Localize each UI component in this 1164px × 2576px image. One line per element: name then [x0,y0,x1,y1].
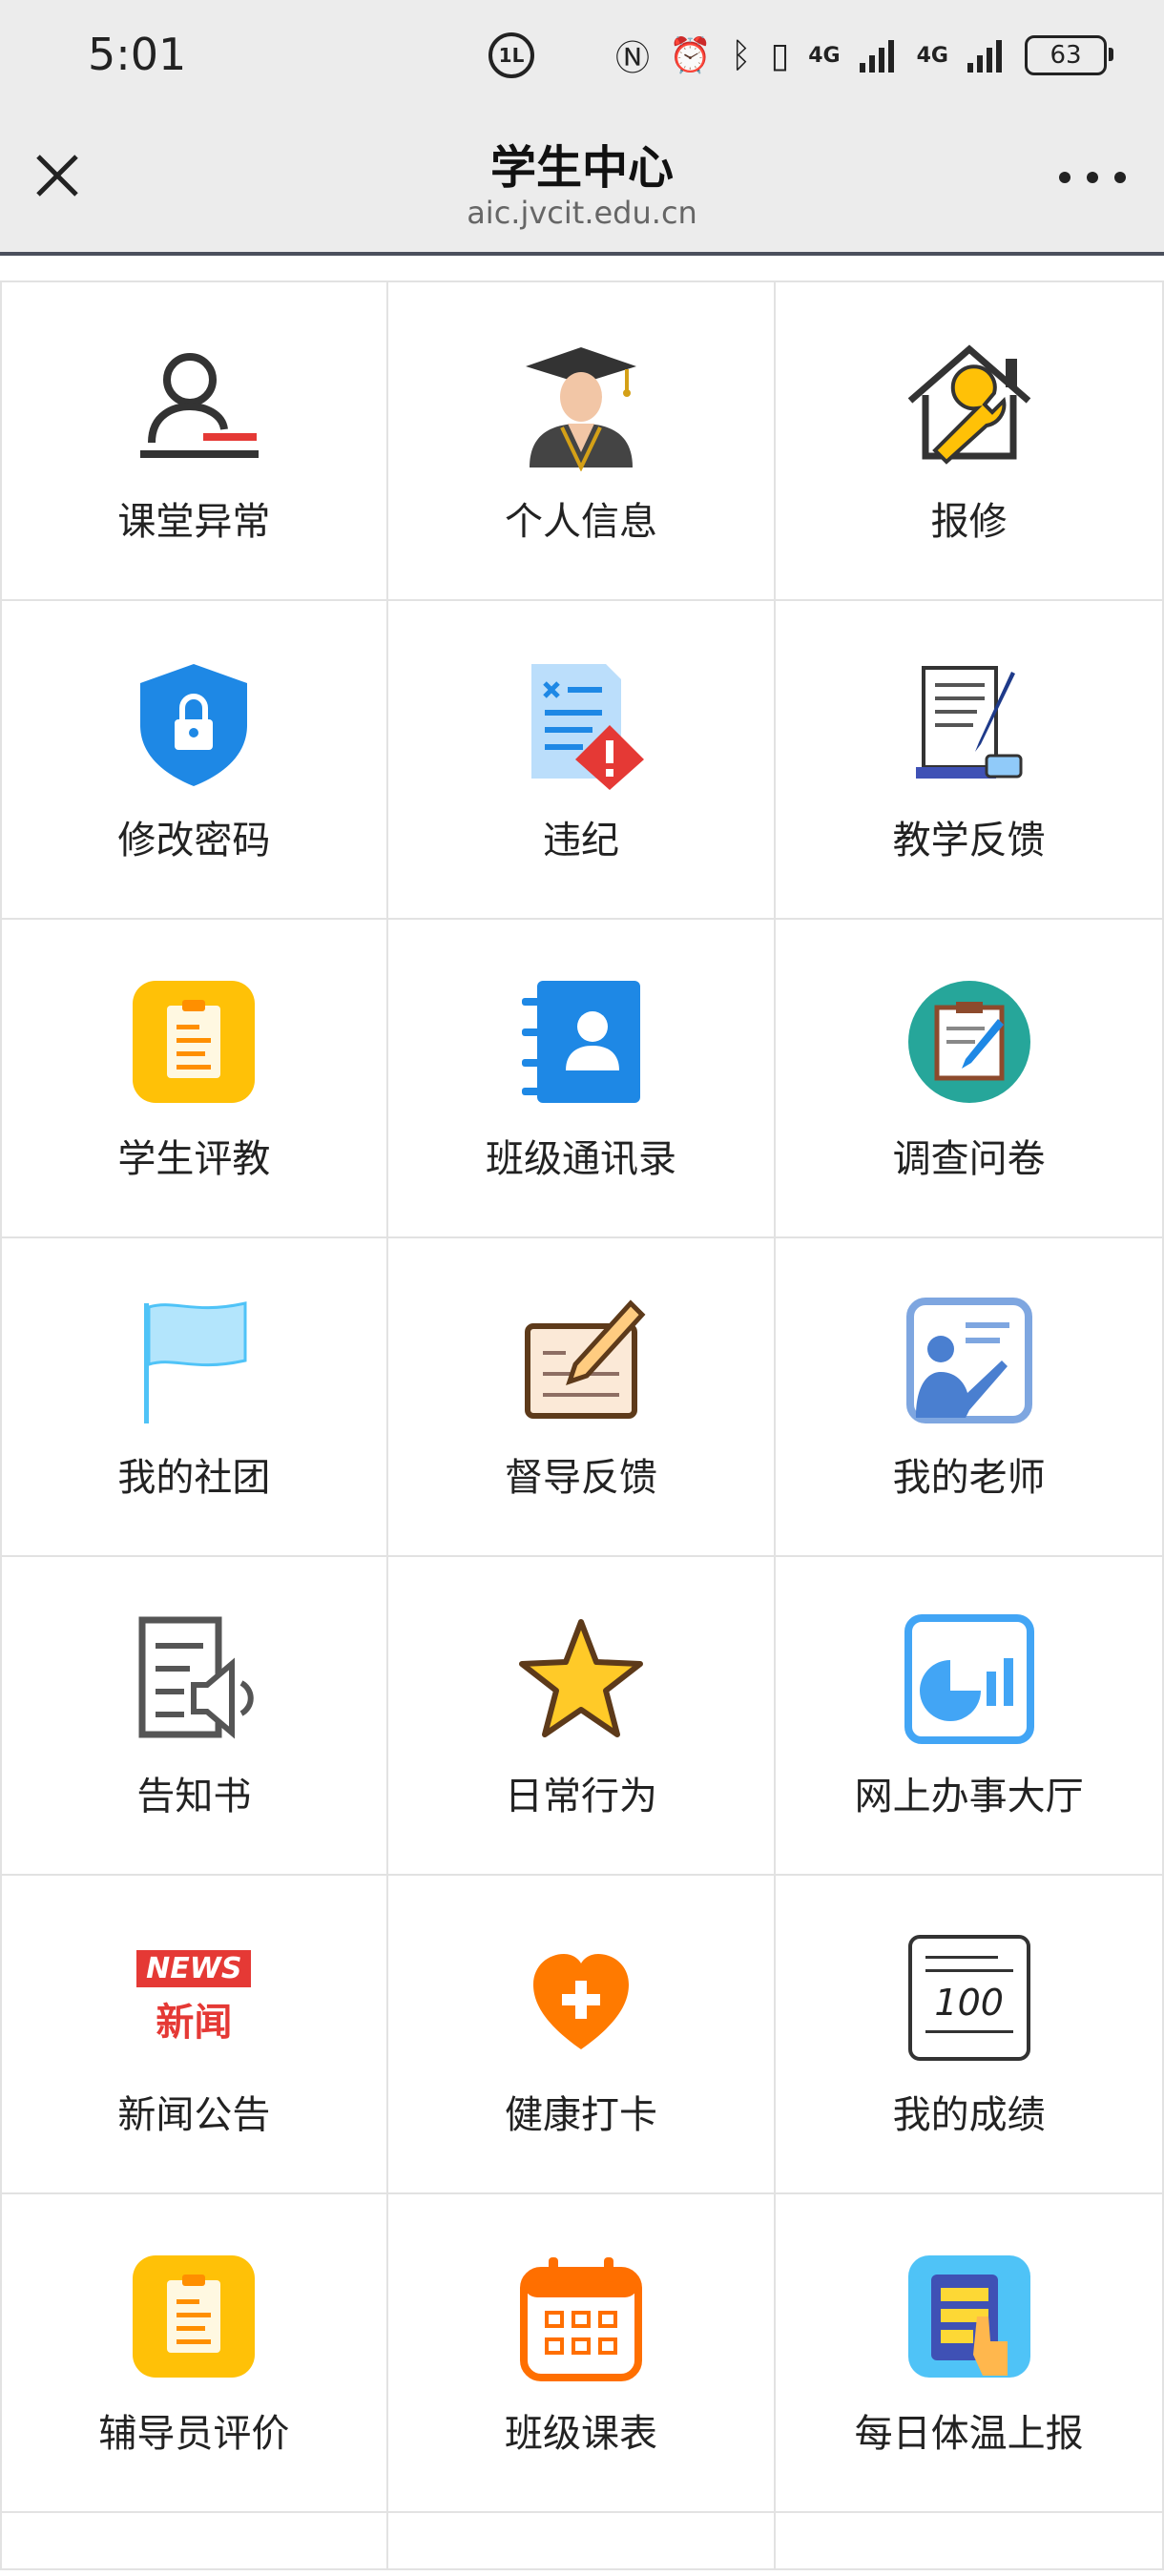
tablet-hand-icon [903,2250,1036,2383]
grid-item-label: 修改密码 [117,819,271,862]
flag-icon [127,1294,260,1427]
grid-item-label: 健康打卡 [504,2093,657,2137]
person-red-line-icon [127,338,260,471]
grid-item-label: 教学反馈 [892,819,1046,862]
battery-icon: 63 [1025,35,1113,75]
score-paper-icon: 100 [903,1931,1036,2065]
status-time: 5:01 [88,29,187,80]
status-bar: 5:01 1L Ⓝ ⏰ ᛒ ▯ 4G 4G 63 [0,0,1164,116]
grid-item-personal-info[interactable]: 个人信息 [387,282,777,601]
grid-item-label: 新闻公告 [117,2093,271,2137]
grid-item-student-evaluation[interactable]: 学生评教 [0,920,388,1238]
grid-item-my-club[interactable]: 我的社团 [0,1238,388,1557]
signal-1-label: 4G [808,43,841,68]
grid-item-discipline[interactable]: 违纪 [387,601,777,920]
signal-2-icon [967,40,1002,73]
survey-circle-icon [903,975,1036,1109]
chart-square-icon [903,1612,1036,1746]
house-wrench-icon [903,338,1036,471]
grid-item-health-checkin[interactable]: 健康打卡 [387,1876,777,2194]
grid-item-partial[interactable] [776,2513,1164,2570]
scroll-pen-icon [903,656,1036,790]
status-icons: Ⓝ ⏰ ᛒ ▯ 4G 4G 63 [614,27,1113,84]
news-badge: NEWS [136,1949,252,1987]
page-url: aic.jvcit.edu.cn [467,195,697,231]
grid-item-label: 告知书 [136,1775,252,1818]
vibrate-icon: ▯ [770,35,790,75]
grid-item-change-password[interactable]: 修改密码 [0,601,388,920]
grid-item-label: 调查问卷 [892,1137,1046,1181]
signal-1-icon [859,40,894,73]
grid-item-label: 个人信息 [504,500,657,544]
star-icon [514,1612,648,1746]
grid-item-label: 违纪 [542,819,619,862]
clipboard-yellow-icon [127,2250,260,2383]
document-warning-icon [514,656,648,790]
grid-item-class-abnormal[interactable]: 课堂异常 [0,282,388,601]
grid-item-news[interactable]: NEWS 新闻 新闻公告 [0,1876,388,2194]
grid-item-label: 日常行为 [504,1775,657,1818]
title-bar: 学生中心 aic.jvcit.edu.cn [0,116,1164,256]
grid-item-class-schedule[interactable]: 班级课表 [387,2194,777,2513]
grid-item-survey[interactable]: 调查问卷 [776,920,1164,1238]
function-grid: 课堂异常 个人信息 报修 修改密码 违纪 教学反馈 学生评教 班级通讯录 调查问… [0,280,1164,2570]
grid-item-counselor-evaluation[interactable]: 辅导员评价 [0,2194,388,2513]
grid-item-label: 我的社团 [117,1456,271,1500]
bluetooth-icon: ᛒ [730,35,752,75]
grid-item-notice[interactable]: 告知书 [0,1557,388,1876]
grid-item-label: 我的老师 [892,1456,1046,1500]
grid-item-daily-temperature[interactable]: 每日体温上报 [776,2194,1164,2513]
more-dot-icon [1114,172,1126,183]
graduate-icon [514,338,648,471]
shield-lock-icon [127,656,260,790]
contact-book-icon [514,975,648,1109]
more-dot-icon [1087,172,1098,183]
news-text: 新闻 [156,1999,233,2045]
battery-level: 63 [1050,41,1082,70]
calendar-icon [514,2250,648,2383]
grid-item-label: 网上办事大厅 [854,1775,1084,1818]
clipboard-yellow-icon [127,975,260,1109]
grid-item-repair[interactable]: 报修 [776,282,1164,601]
signal-2-label: 4G [916,43,948,68]
grid-item-label: 学生评教 [117,1137,271,1181]
news-icon: NEWS 新闻 [127,1931,260,2065]
notice-speaker-icon [127,1612,260,1746]
grid-item-label: 每日体温上报 [854,2412,1084,2456]
grid-item-partial[interactable] [0,2513,388,2570]
grid-item-label: 班级课表 [504,2412,657,2456]
grid-item-my-grades[interactable]: 100 我的成绩 [776,1876,1164,2194]
grid-item-label: 班级通讯录 [485,1137,676,1181]
grid-item-label: 报修 [930,500,1008,544]
grid-item-partial[interactable] [387,2513,777,2570]
teacher-board-icon [903,1294,1036,1427]
grid-item-class-contacts[interactable]: 班级通讯录 [387,920,777,1238]
grid-item-label: 辅导员评价 [98,2412,290,2456]
heart-plus-icon [514,1931,648,2065]
grid-item-supervision-feedback[interactable]: 督导反馈 [387,1238,777,1557]
alarm-icon: ⏰ [669,36,712,75]
more-dot-icon [1059,172,1070,183]
grid-item-label: 督导反馈 [504,1456,657,1500]
nfc-icon: Ⓝ [614,39,650,78]
grid-item-label: 课堂异常 [117,500,271,544]
page-title: 学生中心 [489,141,674,195]
dnd-icon: 1L [488,32,534,78]
grid-item-daily-behavior[interactable]: 日常行为 [387,1557,777,1876]
grid-item-label: 我的成绩 [892,2093,1046,2137]
grid-item-online-hall[interactable]: 网上办事大厅 [776,1557,1164,1876]
grid-item-my-teacher[interactable]: 我的老师 [776,1238,1164,1557]
grid-item-teaching-feedback[interactable]: 教学反馈 [776,601,1164,920]
more-menu-button[interactable] [1059,168,1126,187]
notebook-pen-icon [514,1294,648,1427]
score-text: 100 [934,1982,1004,2024]
